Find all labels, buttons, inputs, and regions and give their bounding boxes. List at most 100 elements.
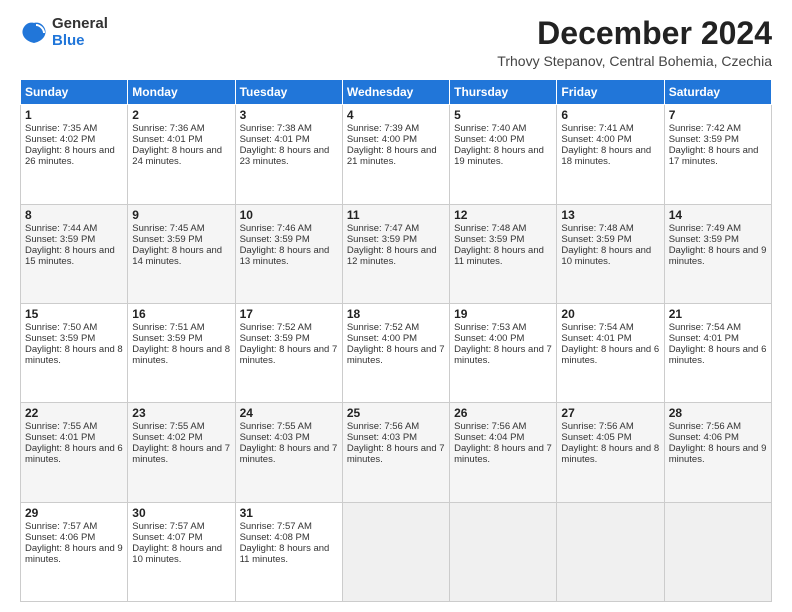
sunset-text: Sunset: 3:59 PM xyxy=(347,234,417,245)
sunrise-text: Sunrise: 7:54 AM xyxy=(561,322,633,333)
sunset-text: Sunset: 4:00 PM xyxy=(347,333,417,344)
calendar-cell: 18Sunrise: 7:52 AMSunset: 4:00 PMDayligh… xyxy=(342,303,449,402)
logo-general: General xyxy=(52,16,108,33)
calendar-cell: 10Sunrise: 7:46 AMSunset: 3:59 PMDayligh… xyxy=(235,204,342,303)
sunrise-text: Sunrise: 7:46 AM xyxy=(240,223,312,234)
sunset-text: Sunset: 3:59 PM xyxy=(132,234,202,245)
sunrise-text: Sunrise: 7:36 AM xyxy=(132,123,204,134)
sunrise-text: Sunrise: 7:55 AM xyxy=(25,421,97,432)
calendar-cell xyxy=(450,502,557,601)
daylight-text: Daylight: 8 hours and 26 minutes. xyxy=(25,145,115,167)
calendar-cell xyxy=(557,502,664,601)
sunrise-text: Sunrise: 7:44 AM xyxy=(25,223,97,234)
daylight-text: Daylight: 8 hours and 24 minutes. xyxy=(132,145,222,167)
daylight-text: Daylight: 8 hours and 9 minutes. xyxy=(669,443,767,465)
sunrise-text: Sunrise: 7:57 AM xyxy=(25,521,97,532)
day-number: 6 xyxy=(561,108,659,122)
sunrise-text: Sunrise: 7:49 AM xyxy=(669,223,741,234)
sunrise-text: Sunrise: 7:56 AM xyxy=(561,421,633,432)
day-number: 31 xyxy=(240,506,338,520)
sunset-text: Sunset: 4:03 PM xyxy=(347,432,417,443)
sunset-text: Sunset: 4:07 PM xyxy=(132,532,202,543)
sunset-text: Sunset: 4:01 PM xyxy=(132,134,202,145)
sunset-text: Sunset: 3:59 PM xyxy=(25,333,95,344)
daylight-text: Daylight: 8 hours and 9 minutes. xyxy=(25,543,123,565)
header-row: SundayMondayTuesdayWednesdayThursdayFrid… xyxy=(21,80,772,105)
sunset-text: Sunset: 3:59 PM xyxy=(561,234,631,245)
col-header-thursday: Thursday xyxy=(450,80,557,105)
calendar-cell: 20Sunrise: 7:54 AMSunset: 4:01 PMDayligh… xyxy=(557,303,664,402)
day-number: 26 xyxy=(454,406,552,420)
sunrise-text: Sunrise: 7:57 AM xyxy=(240,521,312,532)
day-number: 21 xyxy=(669,307,767,321)
col-header-sunday: Sunday xyxy=(21,80,128,105)
week-row-1: 1Sunrise: 7:35 AMSunset: 4:02 PMDaylight… xyxy=(21,105,772,204)
logo-text: General Blue xyxy=(52,16,108,49)
sunset-text: Sunset: 4:01 PM xyxy=(561,333,631,344)
daylight-text: Daylight: 8 hours and 10 minutes. xyxy=(132,543,222,565)
sunset-text: Sunset: 4:05 PM xyxy=(561,432,631,443)
col-header-monday: Monday xyxy=(128,80,235,105)
daylight-text: Daylight: 8 hours and 7 minutes. xyxy=(240,443,338,465)
sunrise-text: Sunrise: 7:56 AM xyxy=(347,421,419,432)
sunrise-text: Sunrise: 7:39 AM xyxy=(347,123,419,134)
day-number: 19 xyxy=(454,307,552,321)
calendar-cell: 29Sunrise: 7:57 AMSunset: 4:06 PMDayligh… xyxy=(21,502,128,601)
week-row-5: 29Sunrise: 7:57 AMSunset: 4:06 PMDayligh… xyxy=(21,502,772,601)
sunset-text: Sunset: 3:59 PM xyxy=(669,234,739,245)
daylight-text: Daylight: 8 hours and 7 minutes. xyxy=(454,344,552,366)
sunset-text: Sunset: 4:01 PM xyxy=(25,432,95,443)
calendar-cell: 13Sunrise: 7:48 AMSunset: 3:59 PMDayligh… xyxy=(557,204,664,303)
calendar-cell: 27Sunrise: 7:56 AMSunset: 4:05 PMDayligh… xyxy=(557,403,664,502)
daylight-text: Daylight: 8 hours and 7 minutes. xyxy=(347,344,445,366)
calendar-cell: 17Sunrise: 7:52 AMSunset: 3:59 PMDayligh… xyxy=(235,303,342,402)
calendar-cell: 26Sunrise: 7:56 AMSunset: 4:04 PMDayligh… xyxy=(450,403,557,502)
sunrise-text: Sunrise: 7:35 AM xyxy=(25,123,97,134)
sunset-text: Sunset: 3:59 PM xyxy=(240,333,310,344)
day-number: 7 xyxy=(669,108,767,122)
col-header-tuesday: Tuesday xyxy=(235,80,342,105)
sunrise-text: Sunrise: 7:45 AM xyxy=(132,223,204,234)
daylight-text: Daylight: 8 hours and 8 minutes. xyxy=(25,344,123,366)
calendar-cell: 22Sunrise: 7:55 AMSunset: 4:01 PMDayligh… xyxy=(21,403,128,502)
sunrise-text: Sunrise: 7:55 AM xyxy=(240,421,312,432)
day-number: 2 xyxy=(132,108,230,122)
calendar-subtitle: Trhovy Stepanov, Central Bohemia, Czechi… xyxy=(497,53,772,69)
daylight-text: Daylight: 8 hours and 15 minutes. xyxy=(25,245,115,267)
logo-icon xyxy=(20,19,48,47)
daylight-text: Daylight: 8 hours and 7 minutes. xyxy=(240,344,338,366)
sunrise-text: Sunrise: 7:40 AM xyxy=(454,123,526,134)
sunrise-text: Sunrise: 7:55 AM xyxy=(132,421,204,432)
sunset-text: Sunset: 3:59 PM xyxy=(25,234,95,245)
day-number: 22 xyxy=(25,406,123,420)
daylight-text: Daylight: 8 hours and 11 minutes. xyxy=(240,543,330,565)
calendar-cell: 25Sunrise: 7:56 AMSunset: 4:03 PMDayligh… xyxy=(342,403,449,502)
daylight-text: Daylight: 8 hours and 13 minutes. xyxy=(240,245,330,267)
day-number: 24 xyxy=(240,406,338,420)
col-header-wednesday: Wednesday xyxy=(342,80,449,105)
sunrise-text: Sunrise: 7:48 AM xyxy=(454,223,526,234)
sunset-text: Sunset: 4:00 PM xyxy=(561,134,631,145)
day-number: 9 xyxy=(132,208,230,222)
calendar-cell: 23Sunrise: 7:55 AMSunset: 4:02 PMDayligh… xyxy=(128,403,235,502)
sunrise-text: Sunrise: 7:42 AM xyxy=(669,123,741,134)
day-number: 11 xyxy=(347,208,445,222)
day-number: 14 xyxy=(669,208,767,222)
daylight-text: Daylight: 8 hours and 8 minutes. xyxy=(561,443,659,465)
sunset-text: Sunset: 4:06 PM xyxy=(25,532,95,543)
calendar-cell: 9Sunrise: 7:45 AMSunset: 3:59 PMDaylight… xyxy=(128,204,235,303)
calendar-cell: 19Sunrise: 7:53 AMSunset: 4:00 PMDayligh… xyxy=(450,303,557,402)
sunrise-text: Sunrise: 7:51 AM xyxy=(132,322,204,333)
daylight-text: Daylight: 8 hours and 18 minutes. xyxy=(561,145,651,167)
calendar-table: SundayMondayTuesdayWednesdayThursdayFrid… xyxy=(20,79,772,602)
calendar-cell: 11Sunrise: 7:47 AMSunset: 3:59 PMDayligh… xyxy=(342,204,449,303)
calendar-cell: 3Sunrise: 7:38 AMSunset: 4:01 PMDaylight… xyxy=(235,105,342,204)
sunrise-text: Sunrise: 7:50 AM xyxy=(25,322,97,333)
day-number: 12 xyxy=(454,208,552,222)
day-number: 1 xyxy=(25,108,123,122)
sunrise-text: Sunrise: 7:52 AM xyxy=(347,322,419,333)
sunset-text: Sunset: 4:01 PM xyxy=(240,134,310,145)
day-number: 25 xyxy=(347,406,445,420)
calendar-cell: 28Sunrise: 7:56 AMSunset: 4:06 PMDayligh… xyxy=(664,403,771,502)
col-header-friday: Friday xyxy=(557,80,664,105)
